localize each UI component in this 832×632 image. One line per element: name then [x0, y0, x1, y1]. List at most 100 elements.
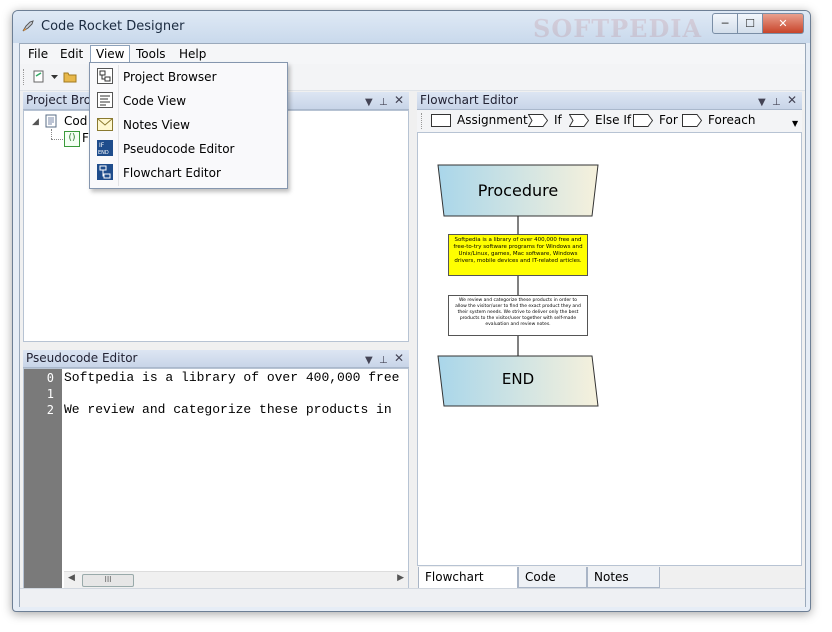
menu-item-label: Project Browser	[123, 70, 217, 84]
menu-item-label: Notes View	[123, 118, 190, 132]
line-number: 2	[46, 403, 54, 417]
panel-close-icon[interactable]: ✕	[394, 350, 404, 367]
tab-flowchart-editor[interactable]: Flowchart Editor	[418, 567, 518, 604]
menu-help[interactable]: Help	[174, 46, 211, 63]
menu-item-notes-view[interactable]: Notes View	[90, 113, 286, 137]
menu-item-label: Code View	[123, 94, 187, 108]
pin-icon[interactable]: ⊥	[379, 352, 388, 369]
menu-item-project-browser[interactable]: Project Browser	[90, 65, 286, 89]
procedure-icon: ()	[64, 131, 80, 147]
tree-connector	[51, 129, 52, 139]
tool-foreach[interactable]: Foreach	[682, 113, 755, 127]
tool-label: Foreach	[708, 113, 756, 127]
for-shape-icon	[633, 113, 653, 127]
close-button[interactable]: ✕	[763, 13, 804, 34]
tool-else-if[interactable]: Else If	[569, 113, 631, 127]
flowchart-editor-title: Flowchart Editor	[420, 93, 518, 107]
menu-item-pseudocode-editor[interactable]: IF END Pseudocode Editor	[90, 137, 286, 161]
else-if-shape-icon	[569, 113, 589, 127]
panel-menu-arrow-icon[interactable]: ▼	[365, 352, 373, 369]
foreach-shape-icon	[682, 113, 702, 127]
menu-tools[interactable]: Tools	[131, 46, 171, 63]
code-line[interactable]: Softpedia is a library of over 400,000 f…	[64, 370, 399, 385]
end-label[interactable]: END	[440, 370, 596, 388]
code-view-icon	[97, 92, 113, 108]
process-block-2[interactable]: We review and categorize these products …	[448, 295, 588, 336]
tool-label: For	[659, 113, 678, 127]
window-controls: ─ ☐ ✕	[712, 13, 804, 34]
panel-menu-arrow-icon[interactable]: ▼	[365, 94, 373, 111]
toolbar-grip[interactable]	[23, 69, 27, 85]
tree-root-label[interactable]: Cod	[64, 114, 87, 128]
scroll-right-icon[interactable]: ▶	[397, 573, 404, 583]
menu-item-label: Flowchart Editor	[123, 166, 221, 180]
maximize-button[interactable]: ☐	[738, 13, 763, 34]
process-block-1-text: Softpedia is a library of over 400,000 f…	[453, 237, 583, 264]
panel-menu-arrow-icon[interactable]: ▼	[758, 94, 766, 111]
flowchart-editor-icon	[97, 164, 113, 180]
menu-item-label: Pseudocode Editor	[123, 142, 235, 156]
procedure-label[interactable]: Procedure	[438, 181, 598, 200]
rocket-icon	[22, 20, 34, 32]
project-browser-icon	[97, 68, 113, 84]
minimize-icon: ─	[721, 17, 729, 30]
notes-view-icon	[97, 118, 113, 131]
process-block-2-text: We review and categorize these products …	[455, 298, 581, 327]
scrollbar-thumb[interactable]: III	[82, 574, 134, 587]
tool-if[interactable]: If	[528, 113, 562, 127]
scroll-left-icon[interactable]: ◀	[68, 573, 75, 583]
menu-edit[interactable]: Edit	[55, 46, 88, 63]
svg-text:END: END	[98, 150, 109, 156]
pseudocode-editor-header[interactable]: Pseudocode Editor ▼ ⊥ ✕	[23, 350, 409, 368]
if-shape-icon	[528, 113, 548, 127]
menu-view[interactable]: View	[90, 45, 131, 63]
pin-icon[interactable]: ⊥	[772, 94, 781, 111]
line-number: 0	[46, 371, 54, 385]
flowchart-toolbar: Assignment If Else If For Foreach ▼	[417, 110, 802, 133]
status-bar	[20, 588, 805, 607]
maximize-icon: ☐	[745, 17, 755, 30]
panel-close-icon[interactable]: ✕	[787, 92, 797, 109]
toolbar-overflow-icon[interactable]: ▼	[792, 119, 798, 128]
menu-item-flowchart-editor[interactable]: Flowchart Editor	[90, 161, 286, 185]
title-bar[interactable]: Code Rocket Designer SOFTPEDIA ─ ☐ ✕	[13, 11, 810, 43]
process-block-1[interactable]: Softpedia is a library of over 400,000 f…	[448, 234, 588, 276]
view-menu-dropdown: Project Browser Code View Notes View IF E…	[89, 62, 288, 189]
new-file-icon[interactable]	[32, 70, 46, 83]
menu-bar: File Edit View Tools Help	[20, 44, 805, 64]
menu-item-code-view[interactable]: Code View	[90, 89, 286, 113]
window-title: Code Rocket Designer	[41, 19, 185, 34]
horizontal-scrollbar[interactable]: ◀ III ▶	[64, 571, 408, 588]
tab-notes-view[interactable]: Notes View	[587, 567, 660, 604]
menu-file[interactable]: File	[23, 46, 53, 63]
svg-text:IF: IF	[99, 142, 105, 149]
flowchart-editor-header[interactable]: Flowchart Editor ▼ ⊥ ✕	[417, 92, 802, 110]
assignment-shape-icon	[431, 113, 451, 127]
pseudocode-editor-title: Pseudocode Editor	[26, 351, 138, 365]
pseudocode-editor-icon: IFEND	[97, 140, 113, 156]
pseudocode-editor-body[interactable]: 0 1 2 Softpedia is a library of over 400…	[23, 368, 409, 589]
tool-for[interactable]: For	[633, 113, 678, 127]
tool-label: Assignment	[457, 113, 528, 127]
close-icon: ✕	[778, 17, 788, 30]
tab-code-view[interactable]: Code View	[518, 567, 587, 604]
minimize-button[interactable]: ─	[712, 13, 738, 34]
line-number: 1	[46, 387, 54, 401]
watermark: SOFTPEDIA	[533, 14, 703, 43]
panel-close-icon[interactable]: ✕	[394, 92, 404, 109]
dropdown-arrow-icon[interactable]	[50, 70, 59, 83]
tool-label: If	[554, 113, 562, 127]
tree-expander-icon[interactable]: ◢	[32, 117, 39, 127]
toolbar-grip[interactable]	[421, 113, 425, 129]
pin-icon[interactable]: ⊥	[379, 94, 388, 111]
flowchart-canvas[interactable]: Procedure Softpedia is a library of over…	[417, 132, 802, 566]
line-number-gutter	[24, 369, 62, 588]
document-icon	[45, 114, 57, 128]
tool-label: Else If	[595, 113, 632, 127]
tree-child-label[interactable]: F	[82, 131, 89, 145]
tool-assignment[interactable]: Assignment	[431, 113, 528, 127]
document-tabs: Flowchart Editor Code View Notes View	[418, 567, 803, 604]
open-folder-icon[interactable]	[63, 70, 77, 83]
code-line[interactable]: We review and categorize these products …	[64, 402, 392, 417]
tree-connector	[51, 139, 63, 140]
